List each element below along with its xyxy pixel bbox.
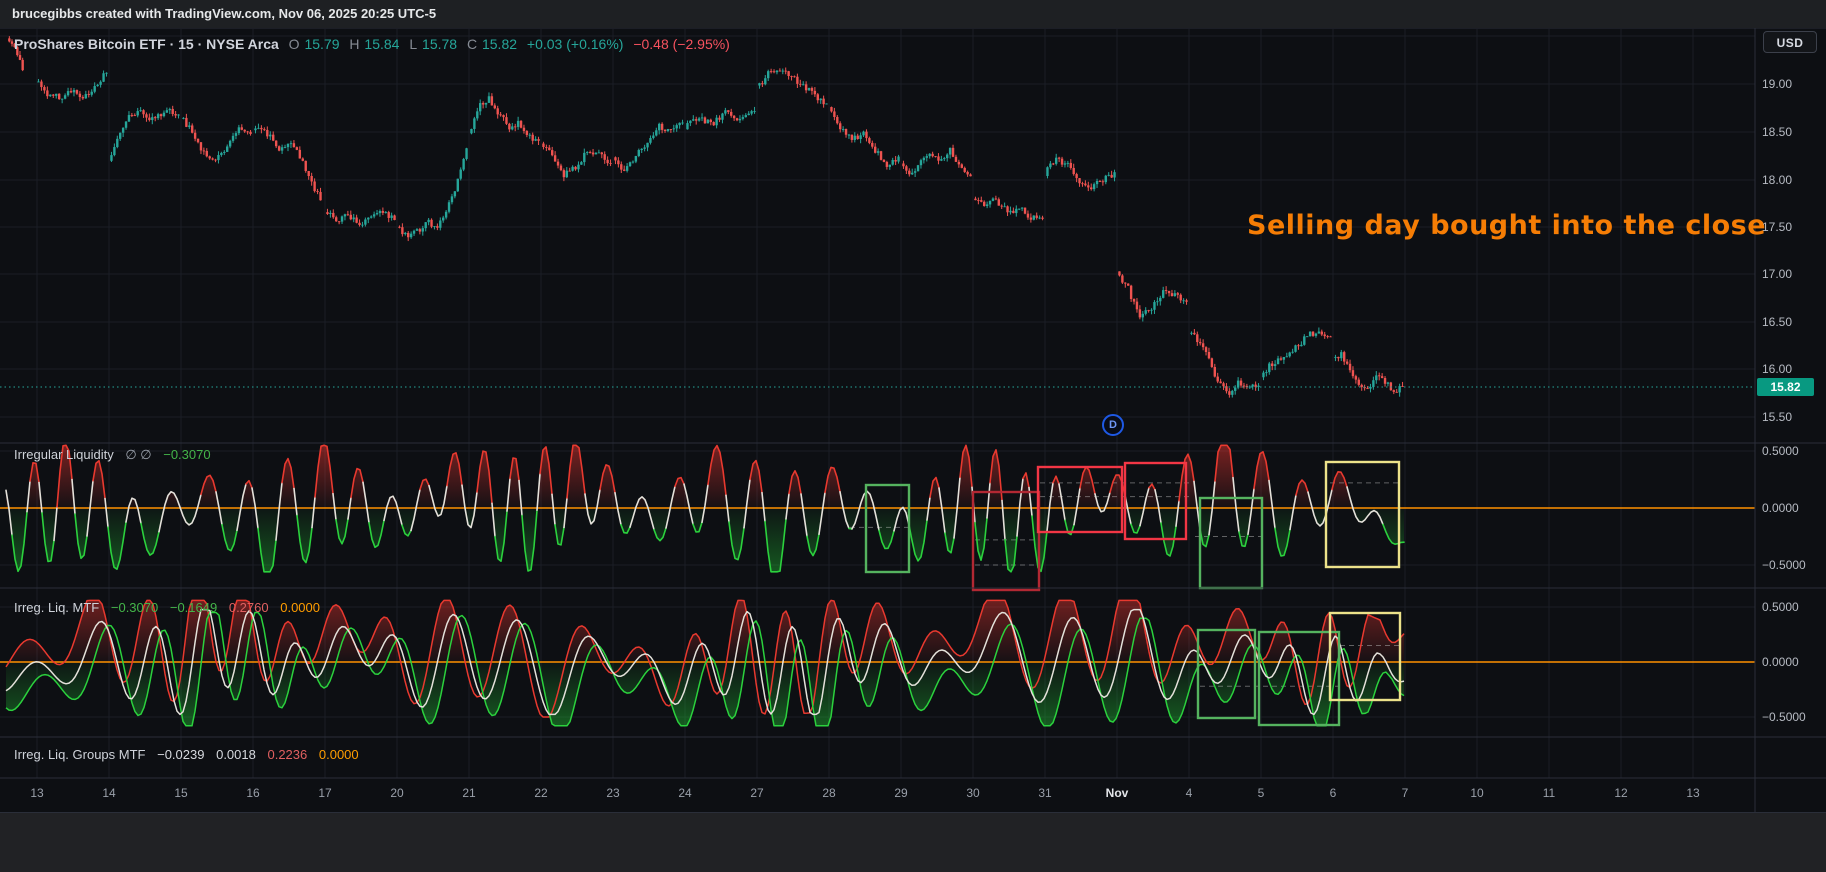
time-axis-label: 24 (678, 786, 691, 800)
currency-button[interactable]: USD (1763, 31, 1817, 53)
time-axis-label: 21 (462, 786, 475, 800)
time-axis-label: 23 (606, 786, 619, 800)
indicator-value-1: −0.0239 (157, 747, 204, 762)
price-axis-label: 18.50 (1762, 124, 1792, 140)
indicator-value-2: 0.0018 (216, 747, 256, 762)
time-axis-label: 31 (1038, 786, 1051, 800)
time-axis-label: 11 (1543, 786, 1555, 800)
time-axis-label: 30 (966, 786, 979, 800)
high-label: H (349, 36, 359, 52)
time-axis-label: 16 (246, 786, 259, 800)
price-axis-label: 18.00 (1762, 172, 1792, 188)
price-axis-label: 0.0000 (1762, 654, 1799, 670)
chart-text-annotation[interactable]: Selling day bought into the close (1247, 210, 1766, 241)
time-axis-label: 10 (1470, 786, 1483, 800)
indicator-value-3: 0.2236 (267, 747, 307, 762)
indicator-name[interactable]: Irregular Liquidity (14, 447, 114, 462)
time-axis-label: 15 (174, 786, 187, 800)
price-axis-label: 15.50 (1762, 409, 1792, 425)
indicator-ghost-values: ∅ ∅ (125, 447, 151, 462)
top-bar: brucegibbs created with TradingView.com,… (0, 0, 1826, 28)
time-axis-label: 27 (750, 786, 763, 800)
time-axis-label: Nov (1106, 786, 1129, 800)
bottom-toolbar: TradingView (0, 812, 1826, 872)
time-axis-label: 13 (1686, 786, 1699, 800)
indicator-name[interactable]: Irreg. Liq. Groups MTF (14, 747, 145, 762)
dividend-marker[interactable]: D (1102, 414, 1124, 436)
indicator-value-3: 0.2760 (229, 600, 269, 615)
watermark-credit: brucegibbs created with TradingView.com,… (12, 6, 436, 21)
price-axis-label: 0.5000 (1762, 443, 1799, 459)
high-value: 15.84 (364, 36, 399, 52)
price-axis-label: 16.50 (1762, 314, 1792, 330)
tradingview-chart-window: brucegibbs created with TradingView.com,… (0, 0, 1826, 872)
indicator-value-4: 0.0000 (280, 600, 320, 615)
time-axis-label: 7 (1402, 786, 1409, 800)
time-axis-label: 14 (102, 786, 115, 800)
price-axis-label: −0.5000 (1762, 557, 1806, 573)
open-label: O (289, 36, 300, 52)
open-value: 15.79 (304, 36, 339, 52)
price-axis-label: 0.5000 (1762, 599, 1799, 615)
indicator-value: −0.3070 (163, 447, 210, 462)
time-axis-label: 17 (318, 786, 331, 800)
time-axis-label: 5 (1258, 786, 1265, 800)
change-value: +0.03 (+0.16%) (527, 36, 624, 52)
chart-canvas[interactable] (0, 0, 1826, 872)
oscillator-irreg-liq-mtf (0, 600, 1755, 725)
low-value: 15.78 (422, 36, 457, 52)
pane-title-irreg-liq-groups-mtf[interactable]: Irreg. Liq. Groups MTF −0.0239 0.0018 0.… (14, 747, 367, 762)
time-axis-label: 12 (1614, 786, 1627, 800)
time-axis-label: 4 (1186, 786, 1193, 800)
indicator-value-1: −0.3070 (111, 600, 158, 615)
day-change-value: −0.48 (−2.95%) (633, 36, 730, 52)
price-axis-label: 16.00 (1762, 361, 1792, 377)
price-axis-label: 0.0000 (1762, 500, 1799, 516)
indicator-value-4: 0.0000 (319, 747, 359, 762)
pane-title-irreg-liq-mtf[interactable]: Irreg. Liq. MTF −0.3070 −0.1649 0.2760 0… (14, 600, 328, 615)
oscillator-irregular-liquidity (0, 445, 1755, 572)
close-label: C (467, 36, 477, 52)
pane-title-irregular-liquidity[interactable]: Irregular Liquidity ∅ ∅ −0.3070 (14, 447, 219, 463)
price-axis-label: 17.50 (1762, 219, 1792, 235)
price-axis-label: 17.00 (1762, 266, 1792, 282)
close-value: 15.82 (482, 36, 517, 52)
time-axis-label: 28 (822, 786, 835, 800)
time-axis-label: 13 (30, 786, 43, 800)
time-axis-label: 6 (1330, 786, 1337, 800)
price-axis-label: 19.00 (1762, 76, 1792, 92)
time-axis-label: 22 (534, 786, 547, 800)
time-axis-label: 29 (894, 786, 907, 800)
indicator-value-2: −0.1649 (170, 600, 217, 615)
price-axis-label: −0.5000 (1762, 709, 1806, 725)
indicator-name[interactable]: Irreg. Liq. MTF (14, 600, 99, 615)
last-price-badge: 15.82 (1757, 378, 1814, 396)
candles (8, 36, 1404, 397)
time-axis-label: 20 (390, 786, 403, 800)
symbol-title[interactable]: ProShares Bitcoin ETF · 15 · NYSE Arca (14, 36, 279, 52)
symbol-header[interactable]: ProShares Bitcoin ETF · 15 · NYSE Arca O… (14, 36, 736, 54)
low-label: L (409, 36, 417, 52)
